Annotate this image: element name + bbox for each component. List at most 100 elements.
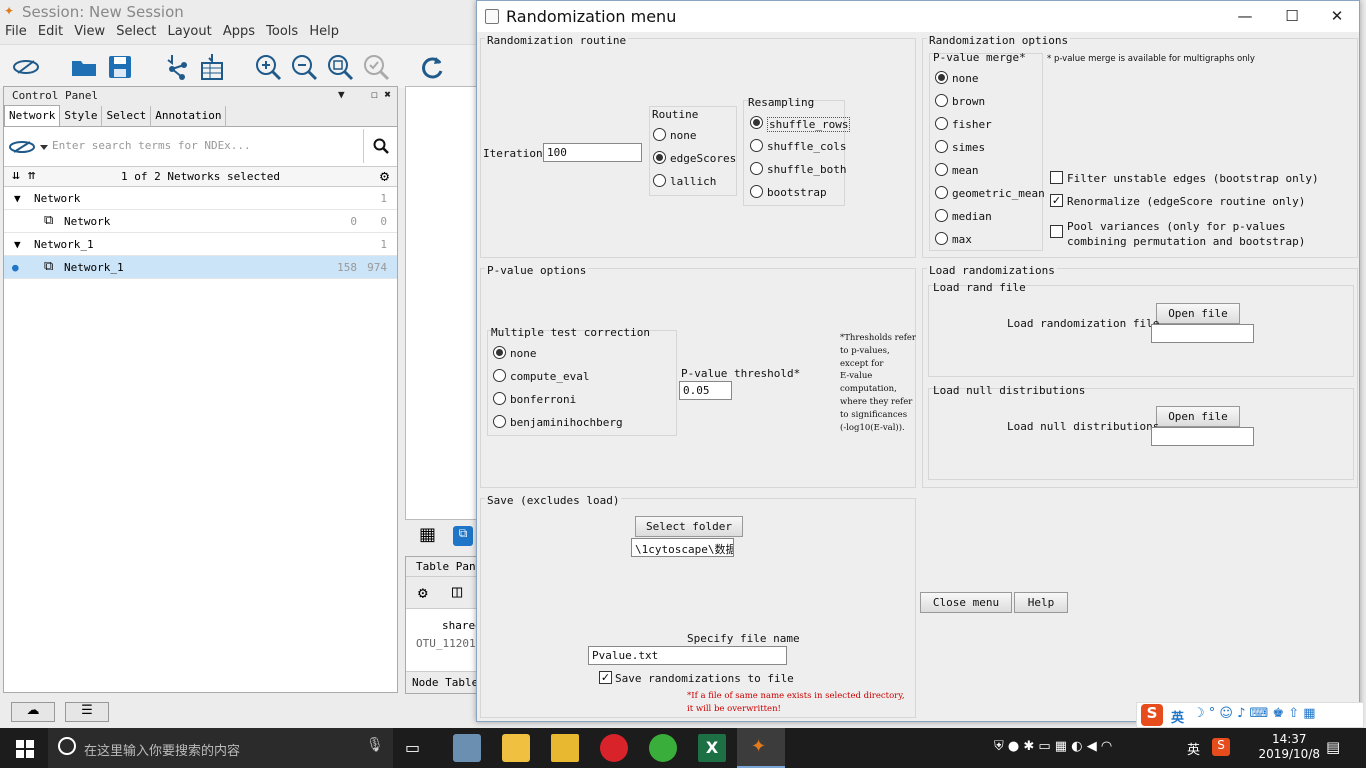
tab-style[interactable]: Style xyxy=(60,106,103,127)
split-view-icon[interactable]: ◫ xyxy=(452,582,462,602)
refresh-icon[interactable] xyxy=(418,53,446,81)
menu-select[interactable]: Select xyxy=(116,24,156,39)
import-network-icon[interactable] xyxy=(162,53,190,81)
ime-tool-icons[interactable]: ☽ ° ☺ ♪ ⌨ ♚ ⇧ ▦ xyxy=(1193,706,1316,721)
taskbar-app-notes-icon[interactable] xyxy=(502,734,530,762)
ndex-logo-icon[interactable] xyxy=(12,53,40,81)
netease-music-icon[interactable] xyxy=(600,734,628,762)
system-tray-icons[interactable]: ⛨ ● ✱ ▭ ▦ ◐ ◀ ◠ xyxy=(994,739,1112,754)
windows-start-icon[interactable] xyxy=(16,740,34,758)
resampling-bootstrap-radio[interactable] xyxy=(750,185,763,198)
cytoscape-taskbar-button[interactable]: ✦ xyxy=(737,728,785,768)
filter-unstable-checkbox[interactable] xyxy=(1050,171,1063,184)
open-folder-icon[interactable] xyxy=(70,53,98,81)
share-network-icon[interactable]: ⧉ xyxy=(453,526,473,546)
merge-geometric-mean-radio[interactable] xyxy=(935,186,948,199)
folder-path-input[interactable]: \1cytoscape\数据 xyxy=(631,538,734,557)
resampling-shuffle-both-radio[interactable] xyxy=(750,162,763,175)
import-table-icon[interactable] xyxy=(198,53,226,81)
mtc-bh-radio[interactable] xyxy=(493,415,506,428)
merge-brown-radio[interactable] xyxy=(935,94,948,107)
help-button[interactable]: Help xyxy=(1014,592,1068,613)
close-icon[interactable]: ✕ xyxy=(1322,7,1352,25)
menu-layout[interactable]: Layout xyxy=(167,24,211,39)
mtc-none-radio[interactable] xyxy=(493,346,506,359)
task-view-icon[interactable]: ▭ xyxy=(405,738,420,757)
menu-apps[interactable]: Apps xyxy=(223,24,255,39)
collapse-triangle-icon[interactable]: ▼ xyxy=(14,192,21,205)
search-input[interactable]: Enter search terms for NDEx... xyxy=(52,139,251,152)
tab-node-table[interactable]: Node Table xyxy=(406,671,479,693)
expand-collapse-icon[interactable]: ⇊ ⇈ xyxy=(12,168,35,183)
zoom-selected-icon[interactable] xyxy=(362,53,390,81)
sogou-tray-icon[interactable]: S xyxy=(1212,738,1230,756)
open-rand-file-button[interactable]: Open file xyxy=(1156,303,1240,324)
zoom-fit-icon[interactable] xyxy=(326,53,354,81)
browser-360-icon[interactable] xyxy=(649,734,677,762)
menu-view[interactable]: View xyxy=(74,24,105,39)
file-name-input[interactable]: Pvalue.txt xyxy=(588,646,787,665)
collapse-triangle-icon[interactable]: ▼ xyxy=(14,238,21,251)
maximize-icon[interactable]: ☐ xyxy=(1277,7,1307,25)
network-collection-row[interactable]: ▼ Network 1 xyxy=(4,187,397,210)
iterations-input[interactable]: 100 xyxy=(543,143,642,162)
task-list-icon[interactable]: ☰ xyxy=(65,702,109,722)
merge-median-radio[interactable] xyxy=(935,209,948,222)
ndex-dropdown-icon[interactable] xyxy=(8,137,48,157)
routine-none-radio[interactable] xyxy=(653,128,666,141)
network-view-canvas[interactable] xyxy=(405,86,480,520)
tab-select[interactable]: Select xyxy=(102,106,152,127)
microphone-icon[interactable]: 🎙 xyxy=(366,737,384,753)
cloud-icon[interactable]: ☁ xyxy=(11,702,55,722)
select-folder-button[interactable]: Select folder xyxy=(635,516,743,537)
network-row-selected[interactable]: ● ⧉ Network_1 158 974 xyxy=(4,256,397,279)
close-menu-button[interactable]: Close menu xyxy=(920,592,1012,613)
zoom-in-icon[interactable] xyxy=(254,53,282,81)
taskbar-ime-indicator[interactable]: 英 xyxy=(1187,739,1200,758)
tab-annotation[interactable]: Annotation xyxy=(151,106,227,127)
menu-help[interactable]: Help xyxy=(309,24,339,39)
table-column-header[interactable]: shared xyxy=(406,609,479,635)
file-explorer-icon[interactable] xyxy=(551,734,579,762)
resampling-shuffle-cols-radio[interactable] xyxy=(750,139,763,152)
mtc-bonferroni-radio[interactable] xyxy=(493,392,506,405)
network-collection-row[interactable]: ▼ Network_1 1 xyxy=(4,233,397,256)
pvalue-threshold-input[interactable]: 0.05 xyxy=(679,381,732,400)
merge-none-radio[interactable] xyxy=(935,71,948,84)
routine-lallich-radio[interactable] xyxy=(653,174,666,187)
mtc-compute-eval-radio[interactable] xyxy=(493,369,506,382)
merge-fisher-radio[interactable] xyxy=(935,117,948,130)
renormalize-checkbox[interactable]: ✓ xyxy=(1050,194,1063,207)
ime-mode-label[interactable]: 英 xyxy=(1171,707,1184,726)
save-randomizations-checkbox[interactable]: ✓ xyxy=(599,671,612,684)
taskbar-clock[interactable]: 14:37 2019/10/8 xyxy=(1258,732,1320,762)
notification-icon[interactable]: ▤ xyxy=(1326,738,1340,756)
menu-tools[interactable]: Tools xyxy=(266,24,298,39)
taskbar-search-box[interactable]: 在这里输入你要搜索的内容 🎙 xyxy=(48,728,393,768)
grid-view-icon[interactable]: ▦ xyxy=(419,524,436,545)
merge-simes-radio[interactable] xyxy=(935,140,948,153)
save-icon[interactable] xyxy=(106,53,134,81)
routine-edgescores-radio[interactable] xyxy=(653,151,666,164)
tab-network[interactable]: Network xyxy=(4,105,61,126)
table-gear-icon[interactable]: ⚙ xyxy=(418,583,428,602)
network-row[interactable]: ⧉ Network 0 0 xyxy=(4,210,397,233)
rand-file-path-input[interactable] xyxy=(1151,324,1254,343)
null-file-path-input[interactable] xyxy=(1151,427,1254,446)
open-null-file-button[interactable]: Open file xyxy=(1156,406,1240,427)
merge-mean-radio[interactable] xyxy=(935,163,948,176)
minimize-icon[interactable]: — xyxy=(1230,7,1260,25)
zoom-out-icon[interactable] xyxy=(290,53,318,81)
menu-edit[interactable]: Edit xyxy=(38,24,63,39)
search-button[interactable] xyxy=(363,129,397,163)
table-cell[interactable]: OTU_112017 xyxy=(406,635,479,651)
menu-file[interactable]: File xyxy=(5,24,27,39)
pool-variances-checkbox[interactable] xyxy=(1050,225,1063,238)
resampling-shuffle-rows-radio[interactable] xyxy=(750,116,763,129)
excel-icon[interactable]: X xyxy=(698,734,726,762)
sogou-icon[interactable]: S xyxy=(1141,704,1163,726)
panel-window-buttons[interactable]: ▼ ☐ ✖ xyxy=(338,88,391,101)
merge-max-radio[interactable] xyxy=(935,232,948,245)
taskbar-app-photos-icon[interactable] xyxy=(453,734,481,762)
gear-icon[interactable]: ⚙ xyxy=(380,167,389,185)
